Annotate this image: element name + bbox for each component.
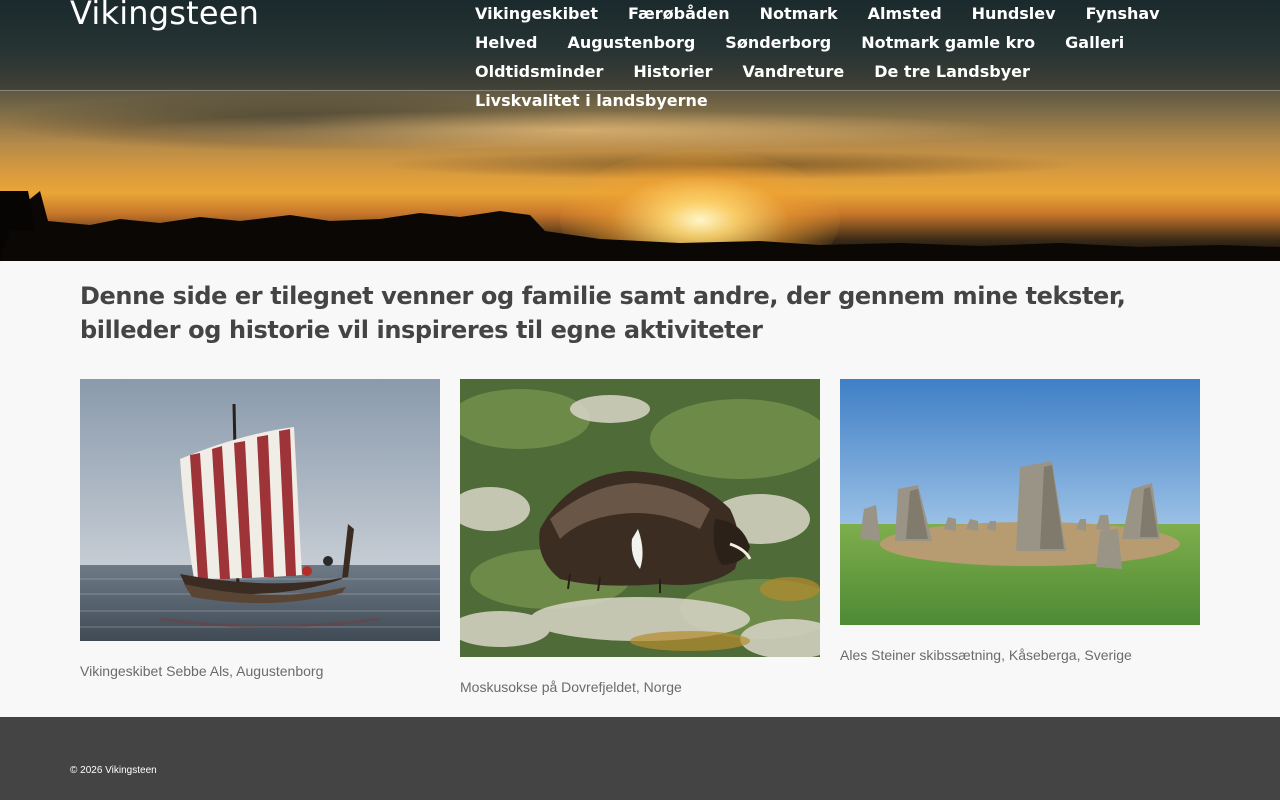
photo-card: Vikingeskibet Sebbe Als, Augustenborg bbox=[80, 379, 440, 679]
site-footer: © 2026 Vikingsteen bbox=[0, 717, 1280, 800]
nav-item-sonderborg[interactable]: Sønderborg bbox=[710, 28, 846, 58]
treeline-silhouette bbox=[0, 191, 1280, 261]
nav-item-de-tre-landsbyer[interactable]: De tre Landsbyer bbox=[859, 57, 1045, 87]
site-title[interactable]: Vikingsteen bbox=[70, 0, 259, 32]
viking-ship-image bbox=[80, 379, 440, 641]
nav-item-hundslev[interactable]: Hundslev bbox=[957, 0, 1071, 29]
photo-caption: Vikingeskibet Sebbe Als, Augustenborg bbox=[80, 663, 324, 679]
muskox-photo[interactable] bbox=[460, 379, 820, 657]
nav-item-notmark[interactable]: Notmark bbox=[745, 0, 853, 29]
nav-item-oldtidsminder[interactable]: Oldtidsminder bbox=[460, 57, 618, 87]
copyright-text: © 2026 Vikingsteen bbox=[70, 765, 157, 776]
muskox-image bbox=[460, 379, 820, 657]
photo-caption: Moskusokse på Dovrefjeldet, Norge bbox=[460, 679, 682, 695]
nav-item-almsted[interactable]: Almsted bbox=[853, 0, 957, 29]
nav-item-faerobaaden[interactable]: Færøbåden bbox=[613, 0, 745, 29]
photo-card: Ales Steiner skibssætning, Kåseberga, Sv… bbox=[840, 379, 1200, 663]
main-navigation: Vikingeskibet Færøbåden Notmark Almsted … bbox=[460, 0, 1240, 116]
viking-ship-photo[interactable] bbox=[80, 379, 440, 641]
hero-cloud bbox=[120, 110, 1020, 150]
photo-card: Moskusokse på Dovrefjeldet, Norge bbox=[460, 379, 820, 695]
stone-ship-image bbox=[840, 379, 1200, 625]
nav-item-augustenborg[interactable]: Augustenborg bbox=[552, 28, 710, 58]
nav-item-historier[interactable]: Historier bbox=[618, 57, 727, 87]
nav-item-galleri[interactable]: Galleri bbox=[1050, 28, 1139, 58]
nav-item-helved[interactable]: Helved bbox=[460, 28, 552, 58]
nav-item-livskvalitet[interactable]: Livskvalitet i landsbyerne bbox=[460, 86, 723, 116]
nav-item-vikingeskibet[interactable]: Vikingeskibet bbox=[460, 0, 613, 29]
nav-item-fynshav[interactable]: Fynshav bbox=[1071, 0, 1175, 29]
stone-ship-photo[interactable] bbox=[840, 379, 1200, 625]
nav-item-notmark-gamle-kro[interactable]: Notmark gamle kro bbox=[846, 28, 1050, 58]
main-content: Denne side er tilegnet venner og familie… bbox=[80, 279, 1200, 695]
page-heading: Denne side er tilegnet venner og familie… bbox=[80, 282, 1126, 344]
photo-caption: Ales Steiner skibssætning, Kåseberga, Sv… bbox=[840, 647, 1132, 663]
nav-item-vandreture[interactable]: Vandreture bbox=[728, 57, 860, 87]
